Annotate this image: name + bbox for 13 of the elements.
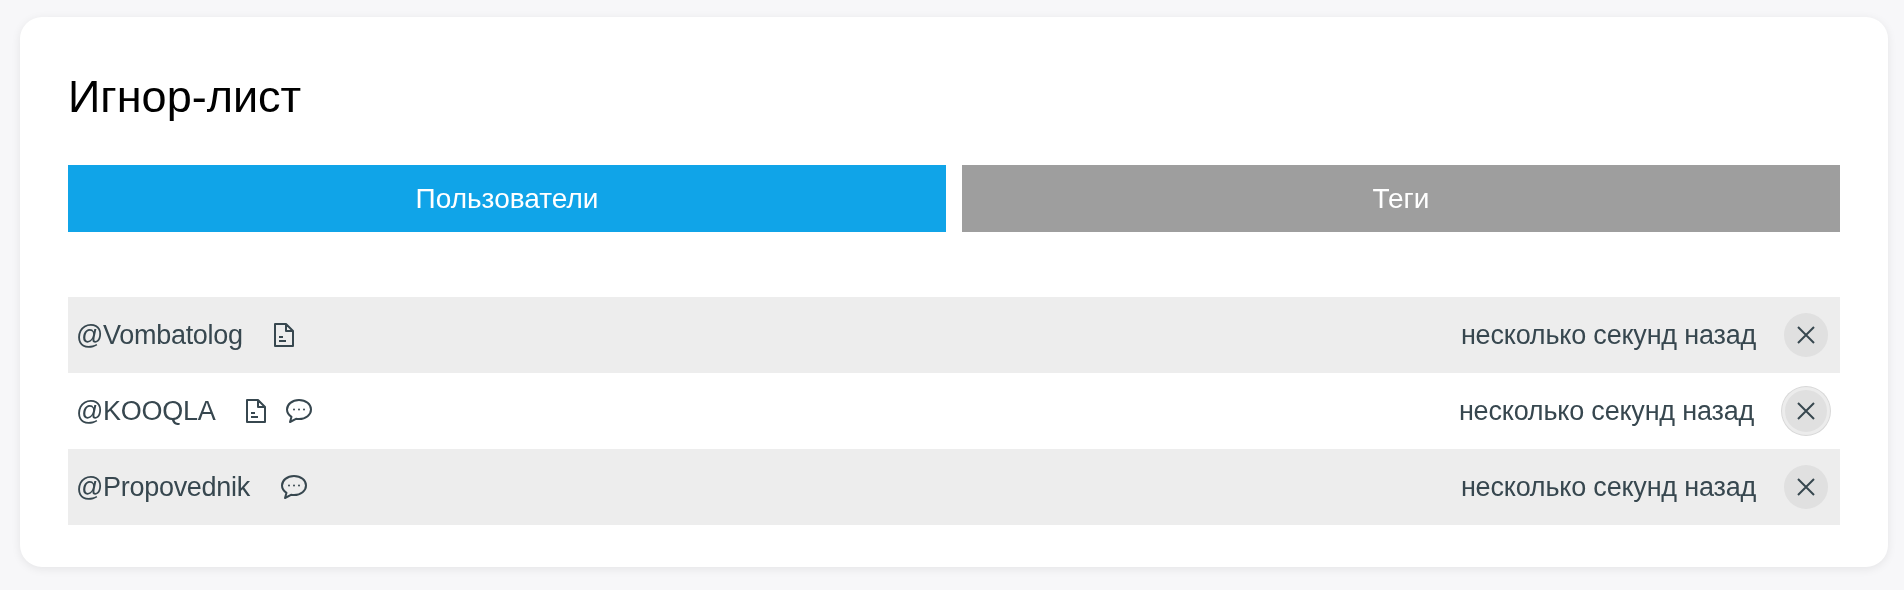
close-icon [1796, 477, 1816, 497]
username-link[interactable]: @Vombatolog [76, 319, 243, 351]
timestamp: несколько секунд назад [1458, 395, 1754, 427]
page-title: Игнор-лист [68, 70, 303, 124]
timestamp: несколько секунд назад [1460, 319, 1756, 351]
username-link[interactable]: @Propovednik [76, 471, 250, 503]
remove-button[interactable] [1782, 387, 1830, 435]
username-link[interactable]: @KOOQLA [76, 395, 216, 427]
remove-button[interactable] [1784, 313, 1828, 357]
remove-button[interactable] [1784, 465, 1828, 509]
close-icon [1796, 401, 1816, 421]
timestamp: несколько секунд назад [1460, 471, 1756, 503]
close-icon [1796, 325, 1816, 345]
